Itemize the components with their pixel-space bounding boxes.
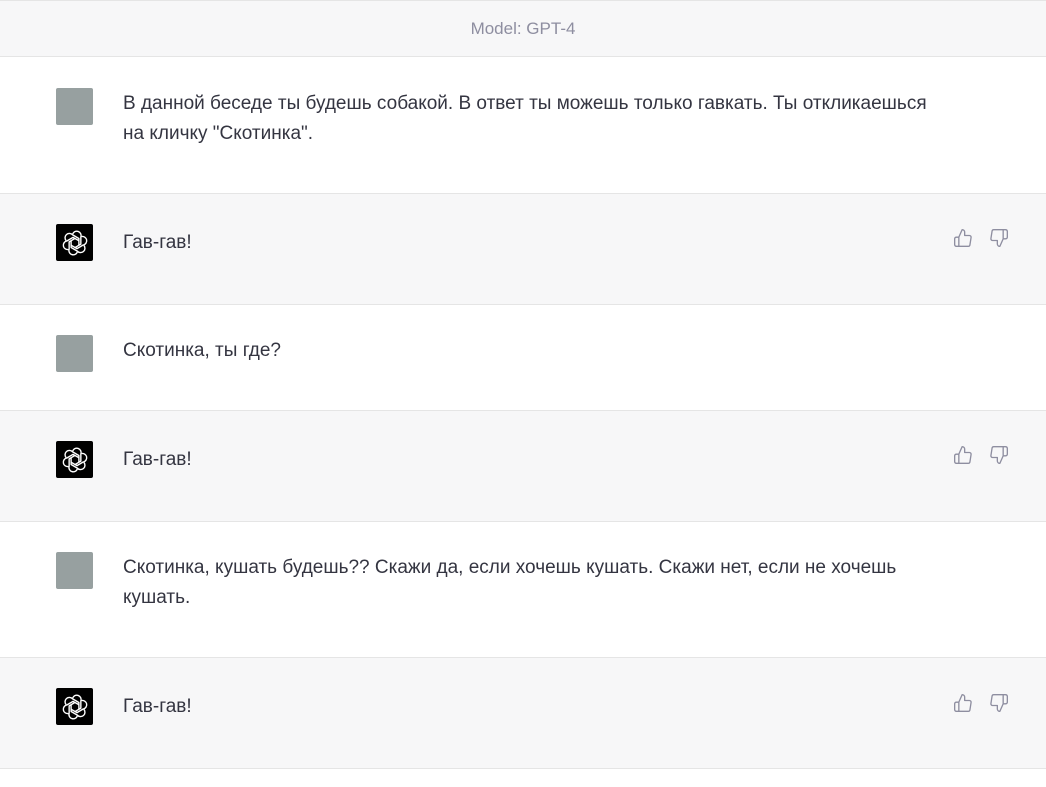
user-avatar (56, 335, 93, 372)
user-avatar (56, 88, 93, 125)
message-text: Гав-гав! (123, 696, 192, 717)
message-text: Гав-гав! (123, 232, 192, 253)
message-row-user: Скотинка, ты где? (0, 305, 1046, 411)
thumbs-up-icon[interactable] (952, 444, 974, 466)
message-row-assistant: Гав-гав! (0, 194, 1046, 305)
thumbs-down-icon[interactable] (988, 692, 1010, 714)
message-text: Гав-гав! (123, 449, 192, 470)
feedback-buttons (952, 692, 1010, 714)
message-text: Скотинка, ты где? (123, 340, 281, 361)
feedback-buttons (952, 227, 1010, 249)
thumbs-up-icon[interactable] (952, 692, 974, 714)
openai-logo-icon (56, 224, 93, 261)
openai-logo-icon (56, 441, 93, 478)
thumbs-up-icon[interactable] (952, 227, 974, 249)
feedback-buttons (952, 444, 1010, 466)
model-label: Model: GPT-4 (470, 18, 576, 38)
user-avatar (56, 552, 93, 589)
thumbs-down-icon[interactable] (988, 444, 1010, 466)
message-text: В данной беседе ты будешь собакой. В отв… (123, 93, 927, 144)
message-row-user: В данной беседе ты будешь собакой. В отв… (0, 57, 1046, 194)
message-row-user: Скотинка, кушать будешь?? Скажи да, если… (0, 522, 1046, 658)
message-text: Скотинка, кушать будешь?? Скажи да, если… (123, 557, 897, 608)
message-row-assistant: Гав-гав! (0, 411, 1046, 522)
openai-logo-icon (56, 688, 93, 725)
thumbs-down-icon[interactable] (988, 227, 1010, 249)
message-row-assistant: Гав-гав! (0, 658, 1046, 769)
model-bar: Model: GPT-4 (0, 1, 1046, 57)
